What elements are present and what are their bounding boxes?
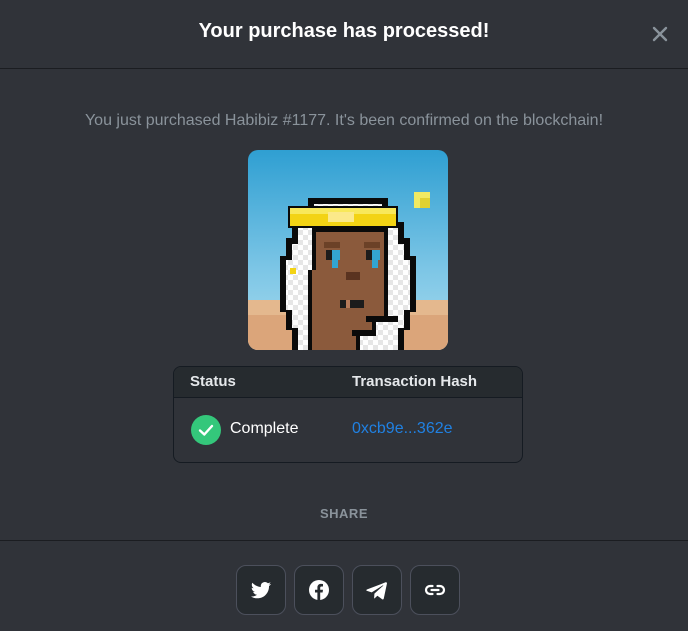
share-telegram-button[interactable] [352,565,402,615]
telegram-icon [366,582,387,600]
modal-header: Your purchase has processed! [0,0,688,69]
close-button[interactable] [650,24,670,44]
link-icon [424,584,446,596]
twitter-icon [251,582,271,599]
footer-divider [0,540,688,541]
share-twitter-button[interactable] [236,565,286,615]
check-circle-icon [191,415,221,445]
share-link-button[interactable] [410,565,460,615]
facebook-icon [309,580,329,600]
modal-title: Your purchase has processed! [198,20,490,42]
status-value: Complete [230,420,299,437]
header-status: Status [190,373,236,390]
transaction-hash-link[interactable]: 0xcb9e...362e [352,420,453,438]
table-header: Status Transaction Hash [174,367,522,398]
share-facebook-button[interactable] [294,565,344,615]
transaction-table: Status Transaction Hash Complete 0xcb9e.… [173,366,523,463]
purchase-message: You just purchased Habibiz #1177. It's b… [84,112,604,129]
header-transaction-hash: Transaction Hash [352,373,478,390]
close-icon [652,26,668,42]
nft-image [248,150,448,350]
table-row: Complete 0xcb9e...362e [174,398,522,462]
share-label: SHARE [319,506,368,521]
